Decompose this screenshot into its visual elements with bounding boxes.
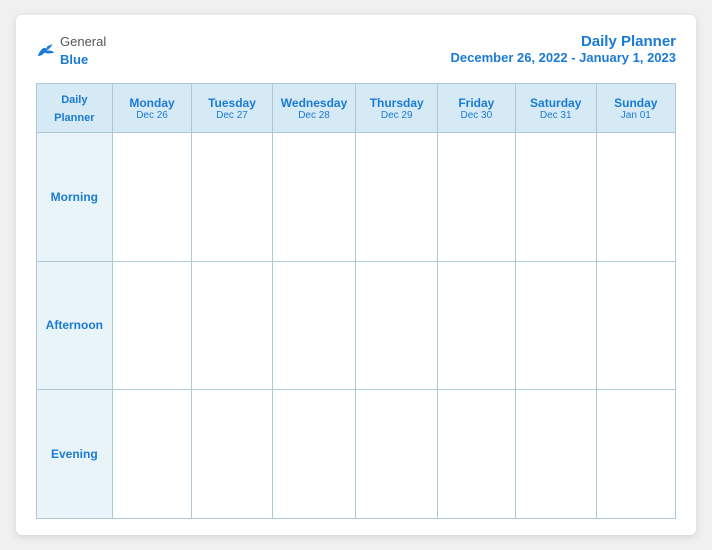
cell-afternoon-tuesday[interactable] <box>192 261 272 390</box>
header-wednesday: Wednesday Dec 28 <box>272 84 356 133</box>
cell-evening-friday[interactable] <box>437 390 515 519</box>
col-thursday-name: Thursday <box>360 96 432 110</box>
header-sunday: Sunday Jan 01 <box>596 84 675 133</box>
col-monday-name: Monday <box>117 96 188 110</box>
cell-evening-wednesday[interactable] <box>272 390 356 519</box>
col-tuesday-date: Dec 27 <box>196 110 267 121</box>
cell-evening-sunday[interactable] <box>596 390 675 519</box>
cell-afternoon-thursday[interactable] <box>356 261 437 390</box>
cell-morning-monday[interactable] <box>112 133 192 262</box>
cell-evening-monday[interactable] <box>112 390 192 519</box>
row-label-evening: Evening <box>37 390 113 519</box>
header-monday: Monday Dec 26 <box>112 84 192 133</box>
col-monday-date: Dec 26 <box>117 110 188 121</box>
header-label-cell: DailyPlanner <box>37 84 113 133</box>
col-sunday-name: Sunday <box>601 96 671 110</box>
cell-morning-sunday[interactable] <box>596 133 675 262</box>
cell-afternoon-wednesday[interactable] <box>272 261 356 390</box>
cell-afternoon-friday[interactable] <box>437 261 515 390</box>
cell-evening-tuesday[interactable] <box>192 390 272 519</box>
logo-blue: Blue <box>60 52 88 67</box>
col-saturday-name: Saturday <box>520 96 592 110</box>
header-right: Daily Planner December 26, 2022 - Januar… <box>451 33 676 65</box>
table-row-morning: Morning <box>37 133 676 262</box>
planner-table: DailyPlanner Monday Dec 26 Tuesday Dec 2… <box>36 83 676 519</box>
row-label-afternoon: Afternoon <box>37 261 113 390</box>
row-label-morning: Morning <box>37 133 113 262</box>
page-container: General Blue Daily Planner December 26, … <box>16 15 696 535</box>
cell-morning-wednesday[interactable] <box>272 133 356 262</box>
cell-morning-thursday[interactable] <box>356 133 437 262</box>
cell-morning-saturday[interactable] <box>515 133 596 262</box>
logo-text: General Blue <box>60 33 106 69</box>
cell-evening-saturday[interactable] <box>515 390 596 519</box>
col-friday-name: Friday <box>442 96 511 110</box>
col-wednesday-name: Wednesday <box>277 96 352 110</box>
header-date-range: December 26, 2022 - January 1, 2023 <box>451 50 676 65</box>
logo: General Blue <box>36 33 106 69</box>
col-tuesday-name: Tuesday <box>196 96 267 110</box>
header-saturday: Saturday Dec 31 <box>515 84 596 133</box>
cell-evening-thursday[interactable] <box>356 390 437 519</box>
cell-morning-friday[interactable] <box>437 133 515 262</box>
col-sunday-date: Jan 01 <box>601 110 671 121</box>
logo-icon <box>36 41 56 61</box>
header: General Blue Daily Planner December 26, … <box>36 33 676 69</box>
cell-afternoon-monday[interactable] <box>112 261 192 390</box>
header-friday: Friday Dec 30 <box>437 84 515 133</box>
header-label-text: DailyPlanner <box>54 94 94 124</box>
col-saturday-date: Dec 31 <box>520 110 592 121</box>
col-thursday-date: Dec 29 <box>360 110 432 121</box>
header-title: Daily Planner <box>451 33 676 50</box>
table-header-row: DailyPlanner Monday Dec 26 Tuesday Dec 2… <box>37 84 676 133</box>
cell-afternoon-sunday[interactable] <box>596 261 675 390</box>
col-wednesday-date: Dec 28 <box>277 110 352 121</box>
cell-afternoon-saturday[interactable] <box>515 261 596 390</box>
logo-general: General <box>60 34 106 49</box>
header-thursday: Thursday Dec 29 <box>356 84 437 133</box>
cell-morning-tuesday[interactable] <box>192 133 272 262</box>
header-tuesday: Tuesday Dec 27 <box>192 84 272 133</box>
table-row-evening: Evening <box>37 390 676 519</box>
col-friday-date: Dec 30 <box>442 110 511 121</box>
table-row-afternoon: Afternoon <box>37 261 676 390</box>
